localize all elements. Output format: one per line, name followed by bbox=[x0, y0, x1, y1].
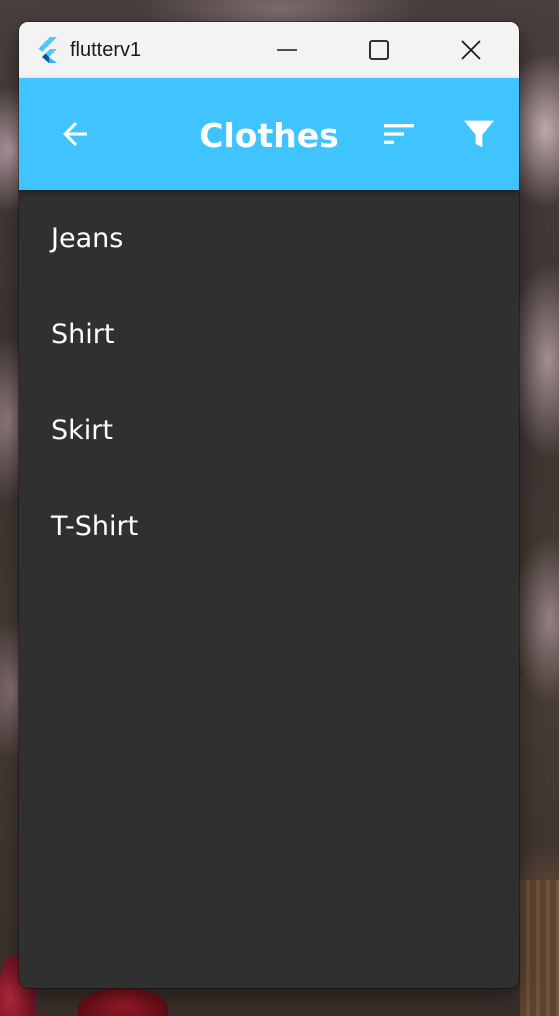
close-window-button[interactable] bbox=[425, 22, 517, 78]
maximize-icon bbox=[369, 40, 389, 60]
minimize-icon bbox=[277, 49, 297, 51]
sort-button[interactable] bbox=[371, 106, 427, 162]
list-item[interactable]: Jeans bbox=[19, 190, 519, 286]
list-item-label: Jeans bbox=[51, 222, 124, 254]
minimize-button[interactable] bbox=[241, 22, 333, 78]
app-bar: Clothes bbox=[19, 78, 519, 190]
app-window: flutterv1 Clothes Jeans Shirt Skirt T-Sh… bbox=[19, 22, 519, 988]
clothes-list: Jeans Shirt Skirt T-Shirt bbox=[19, 190, 519, 574]
sort-icon bbox=[384, 124, 414, 144]
back-button[interactable] bbox=[47, 106, 103, 162]
flutter-logo-icon bbox=[34, 36, 62, 64]
filter-icon bbox=[464, 120, 494, 148]
filter-button[interactable] bbox=[451, 106, 507, 162]
window-title: flutterv1 bbox=[70, 39, 142, 61]
list-item-label: Skirt bbox=[51, 414, 113, 446]
background-decoration bbox=[78, 988, 168, 1016]
window-titlebar[interactable]: flutterv1 bbox=[19, 22, 519, 78]
maximize-button[interactable] bbox=[333, 22, 425, 78]
list-item-label: T-Shirt bbox=[51, 510, 139, 542]
background-decoration bbox=[520, 880, 559, 1016]
close-icon bbox=[461, 40, 481, 60]
list-item[interactable]: T-Shirt bbox=[19, 478, 519, 574]
list-item[interactable]: Skirt bbox=[19, 382, 519, 478]
arrow-back-icon bbox=[63, 122, 87, 146]
list-item-label: Shirt bbox=[51, 318, 115, 350]
list-item[interactable]: Shirt bbox=[19, 286, 519, 382]
